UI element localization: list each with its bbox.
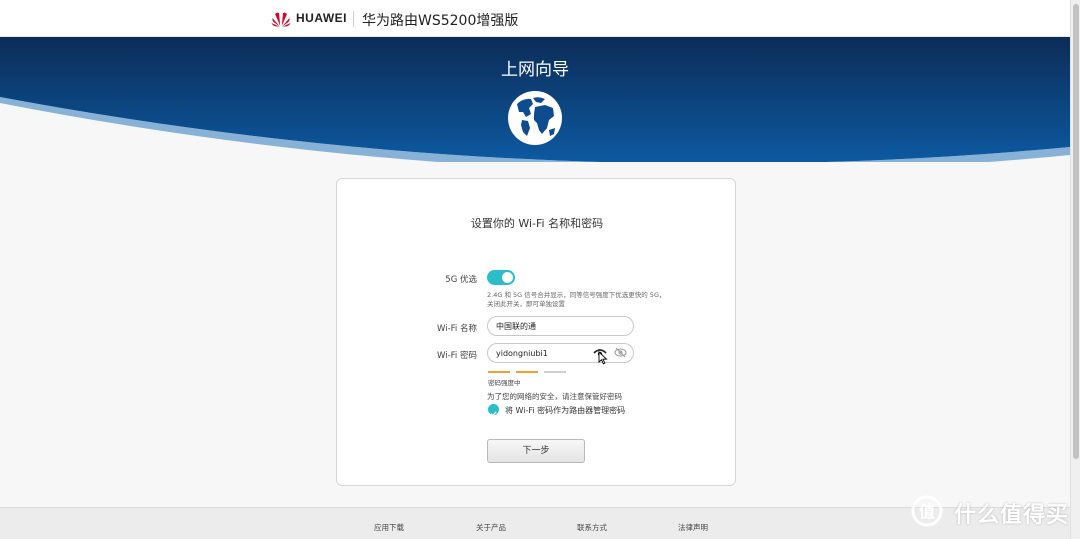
password-strength-label: 密码强度中 bbox=[488, 379, 521, 387]
strength-bar-2 bbox=[516, 371, 538, 373]
strength-bar-3 bbox=[544, 371, 566, 373]
footer-link-about-product[interactable]: 关于产品 bbox=[476, 522, 506, 533]
wizard-card: 设置你的 Wi-Fi 名称和密码 5G 优选 2.4G 和 5G 信号合并显示，… bbox=[336, 178, 736, 486]
mouse-cursor-icon bbox=[598, 351, 608, 365]
smzdm-logo-icon: 值 bbox=[911, 495, 943, 527]
wifi-password-input[interactable] bbox=[487, 343, 634, 363]
product-name: 华为路由WS5200增强版 bbox=[362, 13, 519, 29]
card-title: 设置你的 Wi-Fi 名称和密码 bbox=[470, 217, 604, 230]
checkmark-icon bbox=[490, 411, 497, 417]
watermark-text: 什么值得买 bbox=[954, 503, 1070, 528]
top-header: HUAWEI 华为路由WS5200增强版 bbox=[0, 0, 1070, 37]
scrollbar-thumb[interactable] bbox=[1073, 4, 1079, 459]
security-note: 为了您的网络的安全，请注意保管好密码 bbox=[487, 392, 622, 401]
strength-bar-1 bbox=[488, 371, 510, 373]
huawei-logo-icon bbox=[271, 12, 291, 27]
wifi-password-label: Wi-Fi 密码 bbox=[437, 351, 477, 361]
svg-text:值: 值 bbox=[919, 502, 935, 521]
use-as-admin-label: 将 Wi-Fi 密码作为路由器管理密码 bbox=[505, 406, 626, 415]
wifi-name-label: Wi-Fi 名称 bbox=[437, 324, 477, 334]
brand-name: HUAWEI bbox=[296, 11, 347, 25]
vertical-scrollbar[interactable] bbox=[1070, 0, 1080, 539]
footer-link-app-download[interactable]: 应用下载 bbox=[374, 522, 404, 533]
footer-link-legal[interactable]: 法律声明 bbox=[678, 522, 708, 533]
prefer-5g-toggle[interactable] bbox=[487, 270, 515, 285]
globe-icon bbox=[508, 91, 562, 145]
watermark: 值 什么值得买 bbox=[910, 495, 1075, 529]
eye-off-icon[interactable] bbox=[614, 347, 627, 358]
banner-title: 上网向导 bbox=[501, 60, 569, 80]
next-button[interactable]: 下一步 bbox=[487, 439, 585, 463]
use-as-admin-checkbox[interactable] bbox=[488, 404, 499, 417]
wifi-name-input[interactable] bbox=[487, 316, 634, 336]
prefer-5g-hint: 2.4G 和 5G 信号合并显示，同等信号强度下优选更快的 5G，关闭此开关，即… bbox=[487, 291, 666, 308]
footer-link-contact[interactable]: 联系方式 bbox=[577, 522, 607, 533]
prefer-5g-label: 5G 优选 bbox=[445, 275, 477, 285]
header-divider bbox=[353, 11, 354, 27]
toggle-knob bbox=[502, 272, 513, 283]
